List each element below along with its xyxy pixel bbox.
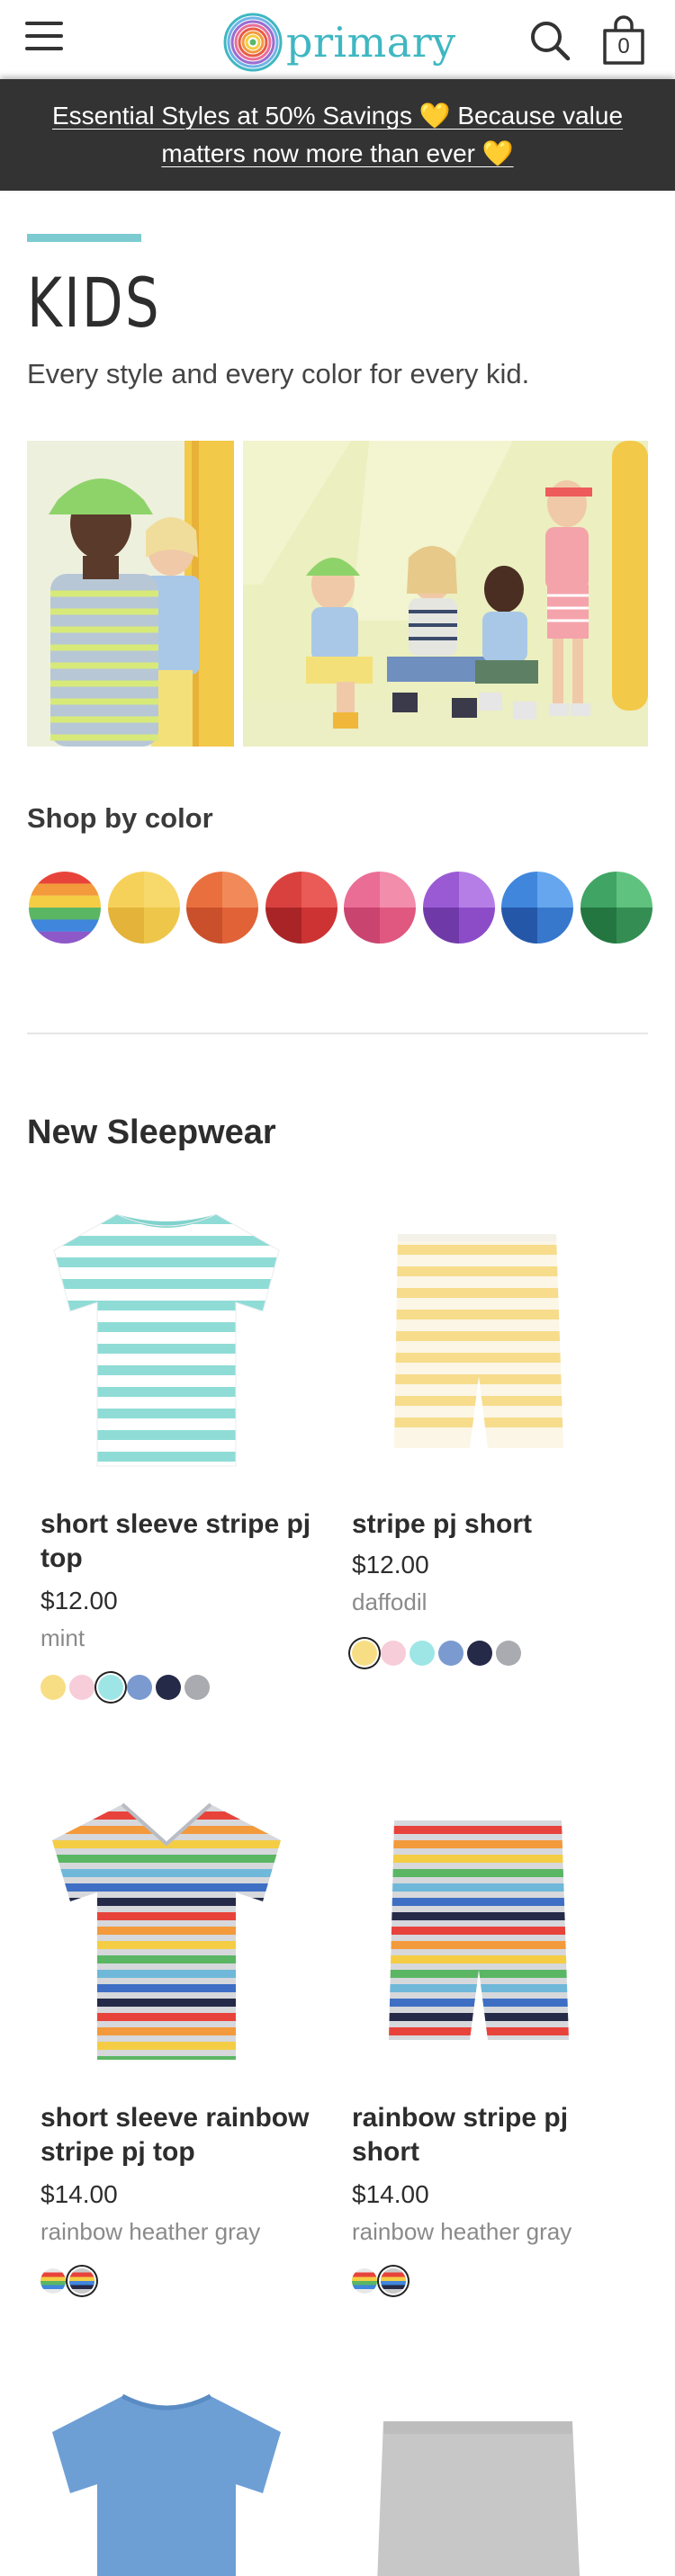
product-image-blue-top[interactable] xyxy=(27,2384,306,2576)
page-subtitle: Every style and every color for every ki… xyxy=(27,358,530,389)
site-header: primary 0 xyxy=(0,0,675,79)
product-color-swatch[interactable] xyxy=(467,1641,492,1666)
product-price: $12.00 xyxy=(352,1551,429,1579)
product-color-swatch[interactable] xyxy=(98,1675,123,1700)
product-price: $14.00 xyxy=(40,2180,118,2208)
bag-count: 0 xyxy=(617,34,630,58)
site-logo[interactable]: primary xyxy=(223,13,456,72)
product-color-name: daffodil xyxy=(352,1588,428,1615)
color-swatch-yellow[interactable] xyxy=(107,872,180,944)
search-icon[interactable] xyxy=(527,18,572,63)
title-accent-bar xyxy=(27,234,141,242)
product-price: $12.00 xyxy=(40,1587,118,1614)
color-swatch-green[interactable] xyxy=(580,872,652,944)
promo-banner: Essential Styles at 50% Savings 💛 Becaus… xyxy=(0,79,675,191)
product-color-swatch[interactable] xyxy=(184,1675,210,1700)
shopping-bag-icon[interactable]: 0 xyxy=(599,14,648,67)
logo-rings-icon xyxy=(223,13,283,72)
product-color-swatch[interactable] xyxy=(496,1641,521,1666)
product-name[interactable]: stripe pj short xyxy=(352,1507,640,1542)
product-name[interactable]: short sleeve stripe pj top xyxy=(40,1507,328,1576)
promo-line-2: matters now more than ever 💛 xyxy=(161,139,514,167)
product-color-swatch[interactable] xyxy=(381,2268,406,2294)
product-color-swatch[interactable] xyxy=(352,1641,377,1666)
product-price: $14.00 xyxy=(352,2180,429,2208)
product-color-swatch[interactable] xyxy=(69,1675,94,1700)
product-name[interactable]: short sleeve rainbow stripe pj top xyxy=(40,2101,328,2169)
product-color-swatch[interactable] xyxy=(381,1641,406,1666)
color-swatch-rainbow[interactable] xyxy=(29,872,101,944)
product-color-swatch[interactable] xyxy=(127,1675,152,1700)
product-image-gray-short[interactable] xyxy=(338,2384,617,2576)
product-color-swatch[interactable] xyxy=(40,2268,66,2294)
product-image-rainbow-top[interactable] xyxy=(27,1790,306,2069)
color-swatch-purple[interactable] xyxy=(422,872,495,944)
color-swatch-orange[interactable] xyxy=(186,872,258,944)
product-color-name: rainbow heather gray xyxy=(352,2218,572,2245)
product-color-swatch[interactable] xyxy=(352,2268,377,2294)
color-swatch-row xyxy=(29,872,652,945)
promo-line-1: Essential Styles at 50% Savings 💛 Becaus… xyxy=(51,102,624,130)
product-image-rainbow-short[interactable] xyxy=(338,1790,617,2069)
product-color-name: rainbow heather gray xyxy=(40,2218,261,2245)
new-sleepwear-heading: New Sleepwear xyxy=(27,1114,276,1151)
product-image-stripe-short-daffodil[interactable] xyxy=(338,1196,617,1475)
product-color-swatch[interactable] xyxy=(69,2268,94,2294)
product-image-stripe-top-mint[interactable] xyxy=(27,1196,306,1475)
product-color-swatch[interactable] xyxy=(438,1641,464,1666)
product-color-swatch[interactable] xyxy=(410,1641,435,1666)
shop-by-color-heading: Shop by color xyxy=(27,802,213,834)
product-name[interactable]: rainbow stripe pj short xyxy=(352,2101,640,2169)
section-divider xyxy=(27,1033,648,1034)
color-swatch-blue[interactable] xyxy=(501,872,573,944)
hero-image-kids-group[interactable] xyxy=(243,441,648,747)
product-color-name: mint xyxy=(40,1624,86,1651)
product-color-swatch[interactable] xyxy=(156,1675,181,1700)
promo-link[interactable]: Essential Styles at 50% Savings 💛 Becaus… xyxy=(50,97,626,173)
product-color-swatch[interactable] xyxy=(40,1675,66,1700)
hero-image-kids-portrait[interactable] xyxy=(27,441,234,747)
page-title: KIDS xyxy=(27,263,161,343)
hamburger-menu-icon[interactable] xyxy=(25,22,65,56)
logo-text: primary xyxy=(286,18,456,67)
color-swatch-pink[interactable] xyxy=(344,872,416,944)
color-swatch-red[interactable] xyxy=(265,872,338,944)
